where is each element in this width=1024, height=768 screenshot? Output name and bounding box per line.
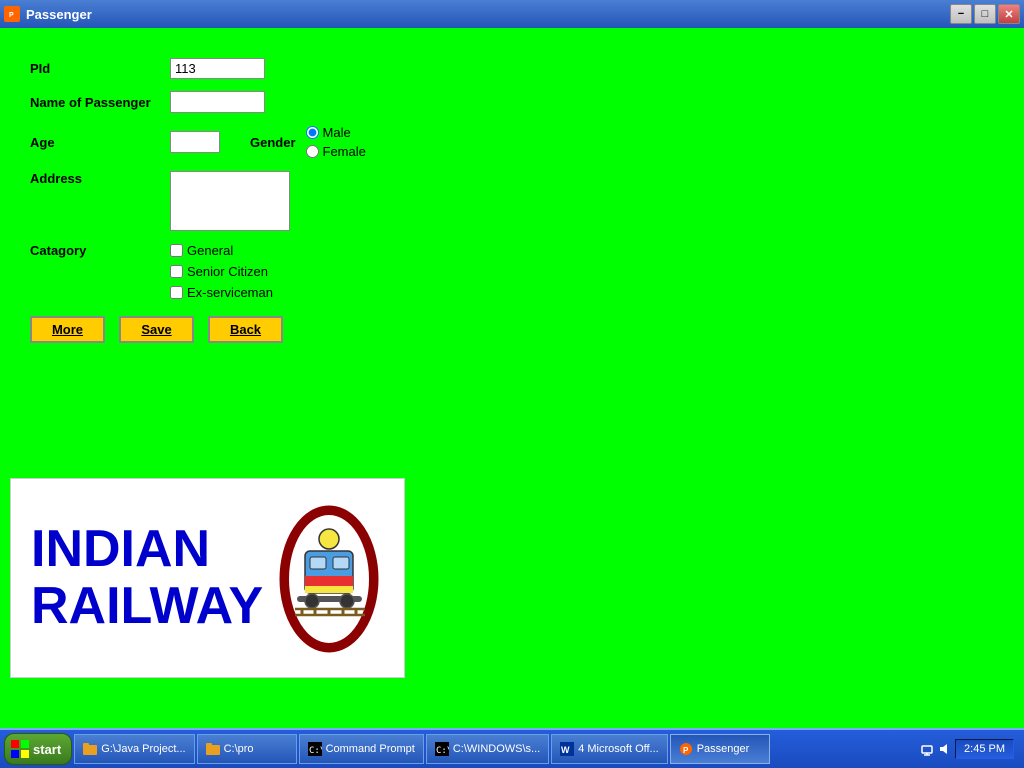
name-row: Name of Passenger: [30, 91, 410, 113]
svg-text:P: P: [683, 746, 689, 755]
pid-row: PId: [30, 58, 410, 79]
buttons-row: More Save Back: [30, 316, 410, 343]
tray-icons: [920, 742, 951, 756]
pid-input[interactable]: [170, 58, 265, 79]
taskbar-item-java-label: G:\Java Project...: [101, 743, 185, 755]
category-general-checkbox[interactable]: [170, 244, 183, 257]
category-senior-text: Senior Citizen: [187, 264, 268, 279]
name-label: Name of Passenger: [30, 95, 170, 110]
passenger-icon-taskbar: P: [679, 742, 693, 756]
category-general-label[interactable]: General: [170, 243, 273, 258]
back-button[interactable]: Back: [208, 316, 283, 343]
gender-male-text: Male: [323, 125, 351, 140]
banner-line2: RAILWAY: [31, 578, 263, 635]
window-content: PId Name of Passenger Age Gender Male Fe…: [0, 28, 1024, 728]
category-checkboxes: General Senior Citizen Ex-serviceman: [170, 243, 273, 300]
save-underline: S: [141, 322, 150, 337]
folder-icon-java: [83, 742, 97, 756]
age-label: Age: [30, 135, 170, 150]
address-label: Address: [30, 171, 170, 186]
start-button[interactable]: start: [4, 733, 72, 765]
taskbar-item-passenger-label: Passenger: [697, 743, 750, 755]
clock-time: 2:45 PM: [964, 743, 1005, 755]
close-button[interactable]: ✕: [998, 4, 1020, 24]
age-input[interactable]: [170, 131, 220, 153]
banner-text: INDIAN RAILWAY: [31, 521, 263, 635]
taskbar-item-office-label: 4 Microsoft Off...: [578, 743, 659, 755]
category-exserviceman-checkbox[interactable]: [170, 286, 183, 299]
gender-female-text: Female: [323, 144, 366, 159]
folder-icon-cpro: [206, 742, 220, 756]
taskbar-item-java[interactable]: G:\Java Project...: [74, 734, 194, 764]
category-label: Catagory: [30, 243, 170, 258]
cmd-icon: C:\: [308, 742, 322, 756]
more-underline: M: [52, 322, 63, 337]
back-underline: B: [230, 322, 239, 337]
train-logo: [274, 498, 384, 658]
category-exserviceman-label[interactable]: Ex-serviceman: [170, 285, 273, 300]
gender-male-label[interactable]: Male: [306, 125, 366, 140]
category-senior-checkbox[interactable]: [170, 265, 183, 278]
taskbar-item-cpro-label: C:\pro: [224, 743, 254, 755]
category-exserviceman-text: Ex-serviceman: [187, 285, 273, 300]
address-input[interactable]: [170, 171, 290, 231]
start-label: start: [33, 742, 61, 757]
category-section: Catagory General Senior Citizen Ex-servi…: [30, 243, 410, 300]
system-tray: 2:45 PM: [914, 739, 1020, 759]
window-title: Passenger: [26, 7, 92, 22]
title-bar: P Passenger − □ ✕: [0, 0, 1024, 28]
taskbar-item-windows-label: C:\WINDOWS\s...: [453, 743, 540, 755]
cmd-icon-windows: C:\: [435, 742, 449, 756]
gender-male-radio[interactable]: [306, 126, 319, 139]
volume-icon: [937, 742, 951, 756]
save-button[interactable]: Save: [119, 316, 194, 343]
age-gender-row: Age Gender Male Female: [30, 125, 410, 159]
app-icon: P: [4, 6, 20, 22]
name-input[interactable]: [170, 91, 265, 113]
taskbar-items: G:\Java Project... C:\pro C:\ Command Pr…: [74, 734, 912, 764]
taskbar-item-cmd[interactable]: C:\ Command Prompt: [299, 734, 424, 764]
svg-text:P: P: [9, 12, 14, 19]
more-button[interactable]: More: [30, 316, 105, 343]
address-row: Address: [30, 171, 410, 231]
indian-railway-banner: INDIAN RAILWAY: [10, 478, 405, 678]
taskbar-item-passenger[interactable]: P Passenger: [670, 734, 770, 764]
network-icon: [920, 742, 934, 756]
gender-label: Gender: [250, 135, 296, 150]
taskbar-item-office[interactable]: W 4 Microsoft Off...: [551, 734, 668, 764]
gender-female-label[interactable]: Female: [306, 144, 366, 159]
gender-options: Male Female: [306, 125, 366, 159]
taskbar-item-cpro[interactable]: C:\pro: [197, 734, 297, 764]
gender-female-radio[interactable]: [306, 145, 319, 158]
svg-text:W: W: [561, 745, 570, 755]
form-panel: PId Name of Passenger Age Gender Male Fe…: [10, 38, 430, 363]
svg-text:C:\: C:\: [309, 746, 322, 756]
window-controls: − □ ✕: [950, 4, 1020, 24]
svg-text:C:\: C:\: [436, 746, 449, 756]
banner-line1: INDIAN: [31, 521, 263, 578]
category-senior-label[interactable]: Senior Citizen: [170, 264, 273, 279]
minimize-button[interactable]: −: [950, 4, 972, 24]
restore-button[interactable]: □: [974, 4, 996, 24]
word-icon: W: [560, 742, 574, 756]
taskbar-item-windows[interactable]: C:\ C:\WINDOWS\s...: [426, 734, 549, 764]
taskbar: start G:\Java Project... C:\pro C:\ Comm…: [0, 728, 1024, 768]
pid-label: PId: [30, 61, 170, 76]
taskbar-item-cmd-label: Command Prompt: [326, 743, 415, 755]
clock: 2:45 PM: [955, 739, 1014, 759]
category-general-text: General: [187, 243, 233, 258]
